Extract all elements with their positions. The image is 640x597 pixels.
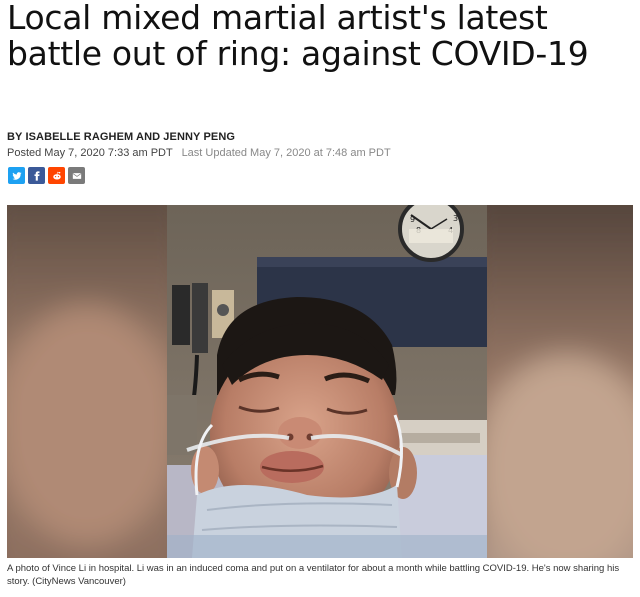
share-facebook-button[interactable]	[28, 167, 45, 184]
twitter-icon	[11, 171, 22, 180]
photo-caption: A photo of Vince Li in hospital. Li was …	[7, 563, 620, 587]
article-dates: Posted May 7, 2020 7:33 am PDT Last Upda…	[7, 147, 391, 159]
share-email-button[interactable]	[68, 167, 85, 184]
share-bar	[8, 167, 85, 184]
share-reddit-button[interactable]	[48, 167, 65, 184]
email-icon	[72, 172, 81, 179]
clock-numeral: 9	[410, 215, 415, 224]
posted-date: Posted May 7, 2020 7:33 am PDT	[7, 147, 173, 159]
clock-numeral: 3	[453, 214, 458, 223]
hospital-selfie-image: 9 3 8 4	[7, 205, 633, 558]
article-headline: Local mixed martial artist's latest batt…	[7, 0, 589, 73]
updated-date: Last Updated May 7, 2020 at 7:48 am PDT	[181, 147, 391, 159]
reddit-icon	[52, 171, 61, 180]
article-photo: 9 3 8 4	[7, 205, 633, 558]
article-byline: BY ISABELLE RAGHEM AND JENNY PENG	[7, 131, 236, 143]
share-twitter-button[interactable]	[8, 167, 25, 184]
facebook-icon	[34, 170, 39, 181]
